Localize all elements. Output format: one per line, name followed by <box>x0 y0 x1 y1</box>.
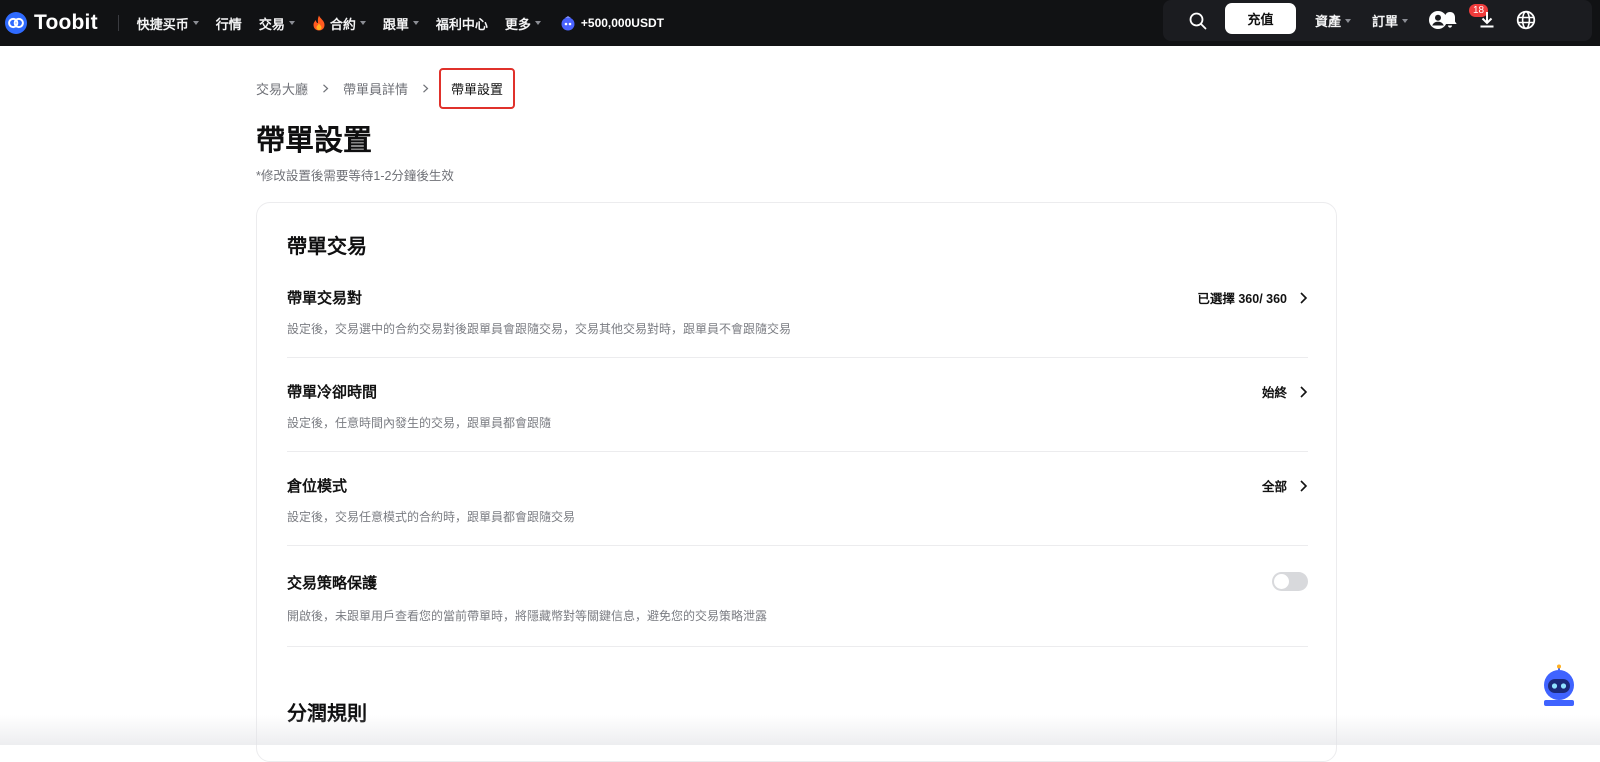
breadcrumb-item-lead-trader-details[interactable]: 帶單員詳情 <box>343 79 408 98</box>
setting-row-cooldown: 帶單冷卻時間 始終 設定後，任意時間內發生的交易，跟單員都會跟隨 <box>287 358 1308 452</box>
setting-title: 帶單冷卻時間 <box>287 384 378 401</box>
gift-mascot-icon <box>561 16 575 31</box>
setting-title: 倉位模式 <box>287 478 348 495</box>
deposit-button[interactable]: 充值 <box>1225 3 1296 34</box>
fire-icon <box>313 15 325 31</box>
nav-item-futures[interactable]: 合約 <box>312 14 366 33</box>
nav-item-label: 快捷买币 <box>136 16 189 32</box>
assets-label: 資產 <box>1315 14 1342 29</box>
bell-icon[interactable] <box>1439 9 1461 31</box>
orders-menu[interactable]: 訂單 <box>1372 11 1409 30</box>
globe-icon[interactable] <box>1515 9 1537 31</box>
assets-menu[interactable]: 資產 <box>1315 11 1352 30</box>
caret-down-icon <box>359 21 366 25</box>
trading-pairs-selector[interactable]: 已選擇 360/ 360 <box>1197 288 1308 307</box>
setting-row-position-mode: 倉位模式 全部 設定後，交易任意模式的合約時，跟單員都會跟隨交易 <box>287 452 1308 546</box>
help-bot-icon[interactable] <box>1537 664 1581 708</box>
setting-value: 始終 <box>1261 386 1287 400</box>
nav-item-label: 更多 <box>504 16 531 32</box>
position-mode-selector[interactable]: 全部 <box>1262 476 1308 495</box>
chevron-right-icon <box>423 84 429 93</box>
cooldown-selector[interactable]: 始終 <box>1262 382 1308 401</box>
toobit-logo-icon <box>5 12 27 34</box>
setting-value: 全部 <box>1261 480 1287 494</box>
nav-item-markets[interactable]: 行情 <box>216 14 242 33</box>
brand-logo[interactable]: Toobit <box>4 0 98 46</box>
chevron-right-icon <box>1300 385 1308 398</box>
setting-description: 設定後，交易任意模式的合約時，跟單員都會跟隨交易 <box>287 510 576 524</box>
promo-label: +500,000USDT <box>580 16 664 30</box>
section-title-lead-trading: 帶單交易 <box>287 236 367 258</box>
caret-down-icon <box>412 21 419 25</box>
nav-divider <box>117 15 119 31</box>
caret-down-icon <box>288 21 295 25</box>
strategy-protection-toggle[interactable] <box>1272 572 1308 591</box>
breadcrumb: 交易大廳 帶單員詳情 帶單設置 <box>256 68 516 109</box>
caret-down-icon <box>1402 18 1409 23</box>
chevron-right-icon <box>1300 479 1308 492</box>
setting-row-trading-pairs: 帶單交易對 已選擇 360/ 360 設定後，交易選中的合約交易對後跟單員會跟隨… <box>287 277 1308 358</box>
top-nav-bar: Toobit 快捷买币 行情 交易 合約 跟單 福利中心 更多 +500,000… <box>0 0 1600 46</box>
header-actions: 充值 資產 訂單 18 <box>1163 0 1592 41</box>
nav-item-quick-buy[interactable]: 快捷买币 <box>137 14 199 33</box>
setting-description: 開啟後，未跟單用戶查看您的當前帶單時，將隱藏幣對等關鍵信息，避免您的交易策略泄露 <box>287 609 768 623</box>
nav-item-trade[interactable]: 交易 <box>259 14 295 33</box>
setting-value: 已選擇 360/ 360 <box>1197 292 1287 306</box>
nav-item-label: 跟單 <box>382 16 409 32</box>
chevron-right-icon <box>1300 291 1308 304</box>
breadcrumb-item-trading-hall[interactable]: 交易大廳 <box>256 79 308 98</box>
nav-item-label: 合約 <box>329 16 356 32</box>
nav-item-label: 行情 <box>215 16 242 32</box>
nav-item-label: 交易 <box>258 16 285 32</box>
brand-name: Toobit <box>34 11 98 34</box>
caret-down-icon <box>534 21 541 25</box>
nav-item-label: 福利中心 <box>435 16 488 32</box>
section-title-profit-sharing: 分潤規則 <box>287 703 367 725</box>
page-title: 帶單設置 <box>256 125 373 157</box>
nav-item-rewards-center[interactable]: 福利中心 <box>436 14 488 33</box>
setting-title: 交易策略保護 <box>287 575 378 592</box>
setting-title: 帶單交易對 <box>287 290 363 307</box>
lead-trading-settings-card: 帶單交易 帶單交易對 已選擇 360/ 360 設定後，交易選中的合約交易對後跟… <box>256 202 1337 762</box>
caret-down-icon <box>192 21 199 25</box>
setting-row-strategy-protection: 交易策略保護 開啟後，未跟單用戶查看您的當前帶單時，將隱藏幣對等關鍵信息，避免您… <box>287 546 1308 647</box>
setting-description: 設定後，交易選中的合約交易對後跟單員會跟隨交易，交易其他交易對時，跟單員不會跟隨… <box>287 322 792 336</box>
promo-link[interactable]: +500,000USDT <box>560 15 664 31</box>
nav-item-copy-trading[interactable]: 跟單 <box>383 14 419 33</box>
setting-description: 設定後，任意時間內發生的交易，跟單員都會跟隨 <box>287 416 552 430</box>
search-icon[interactable] <box>1189 12 1207 30</box>
breadcrumb-current: 帶單設置 <box>439 68 516 109</box>
main-nav: 快捷买币 行情 交易 合約 跟單 福利中心 更多 +500,000USDT <box>137 0 664 46</box>
nav-item-more[interactable]: 更多 <box>505 14 541 33</box>
page-note: *修改設置後需要等待1-2分鐘後生效 <box>256 169 454 183</box>
download-icon[interactable] <box>1476 9 1498 31</box>
chevron-right-icon <box>323 84 329 93</box>
toggle-knob <box>1274 574 1289 589</box>
orders-label: 訂單 <box>1372 14 1399 29</box>
caret-down-icon <box>1345 18 1352 23</box>
